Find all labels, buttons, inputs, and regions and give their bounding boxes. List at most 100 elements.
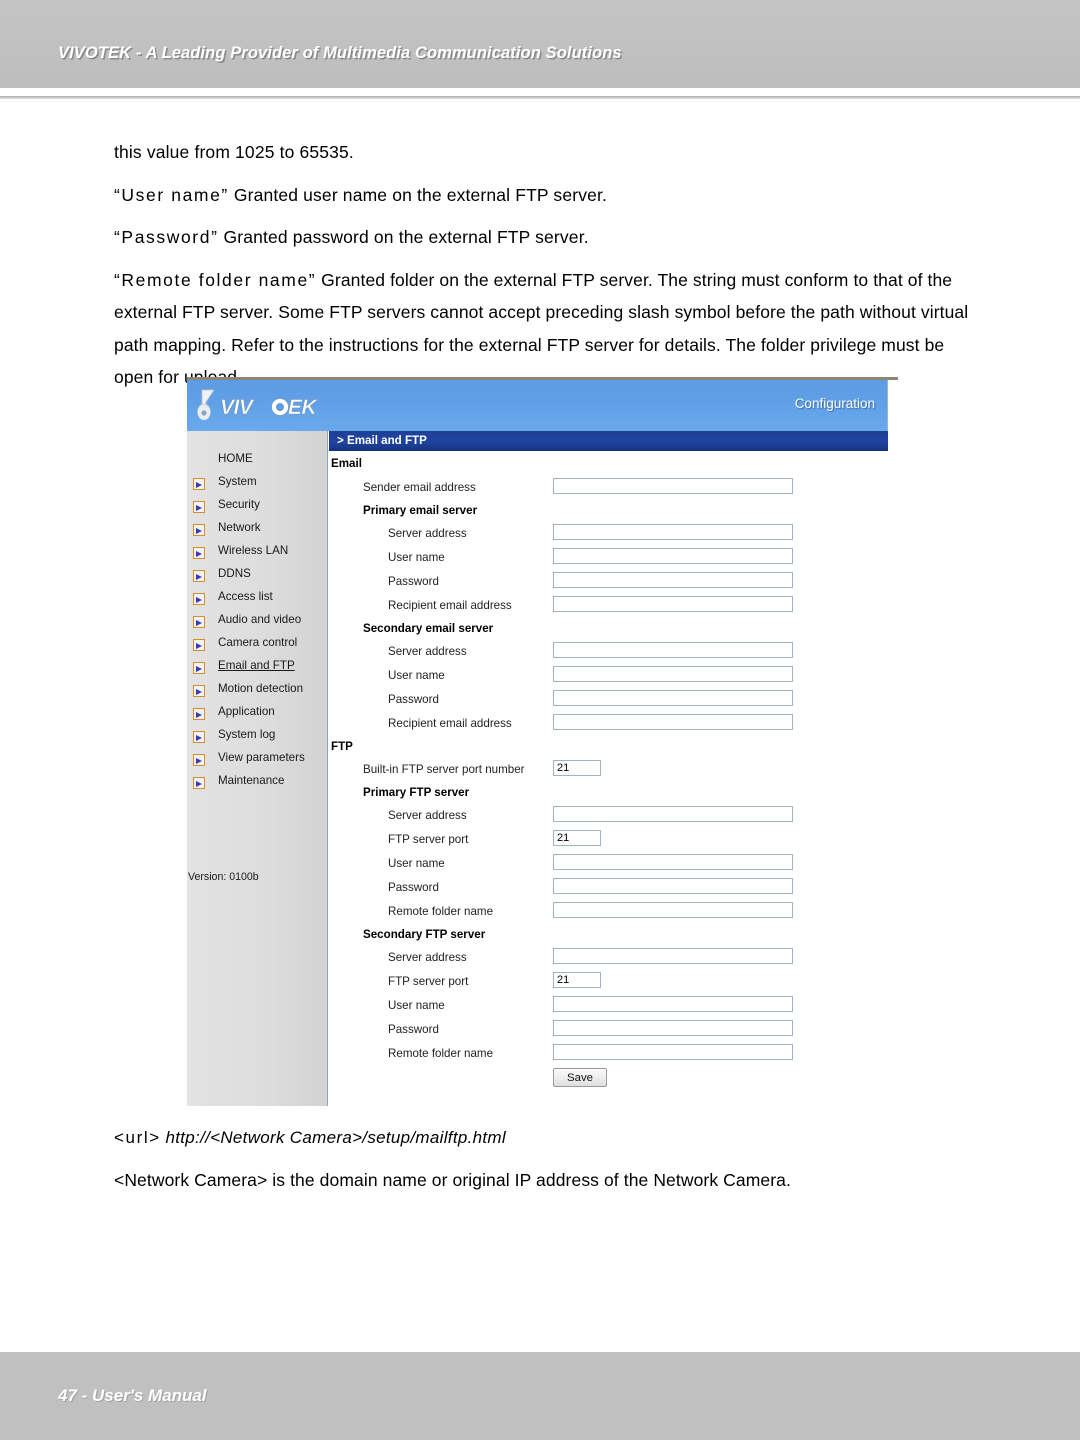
subsection-secondary-email-server: Secondary email server — [363, 622, 494, 635]
sidebar-item-network[interactable]: Network — [193, 521, 327, 540]
primary-ftp-password-input[interactable] — [553, 878, 793, 894]
prose-line-1: this value from 1025 to 65535. — [114, 142, 354, 162]
label-primary-ftp-user-name: User name — [388, 857, 445, 870]
sidebar-item-label: Audio and video — [218, 613, 302, 626]
label-primary-ftp-password: Password — [388, 881, 439, 894]
secondary-ftp-server-port-input[interactable] — [553, 972, 601, 988]
label-builtin-ftp-server-port-number: Built-in FTP server port number — [363, 763, 525, 776]
primary-recipient-email-address-input[interactable] — [553, 596, 793, 612]
arrow-right-icon — [193, 731, 205, 743]
sidebar-item-system-log[interactable]: System log — [193, 728, 327, 747]
sidebar-item-motion-detection[interactable]: Motion detection — [193, 682, 327, 701]
primary-ftp-server-address-input[interactable] — [553, 806, 793, 822]
page-header-band: VIVOTEK - A Leading Provider of Multimed… — [0, 0, 1080, 88]
builtin-ftp-server-port-number-input[interactable] — [553, 760, 601, 776]
arrow-right-icon — [193, 662, 205, 674]
sidebar-item-camera-control[interactable]: Camera control — [193, 636, 327, 655]
configuration-label: Configuration — [794, 396, 875, 411]
sidebar-item-label: DDNS — [218, 567, 251, 580]
arrow-right-icon — [193, 616, 205, 628]
arrow-right-icon — [193, 593, 205, 605]
label-secondary-email-server-address: Server address — [388, 645, 467, 658]
config-content-panel: > Email and FTP Email Sender email addre… — [329, 431, 898, 1106]
url-tag: <url> — [114, 1128, 161, 1147]
sidebar-item-label: View parameters — [218, 751, 305, 764]
subsection-secondary-ftp-server: Secondary FTP server — [363, 928, 486, 941]
url-note: <Network Camera> is the domain name or o… — [114, 1170, 791, 1190]
page-footer-band: 47 - User's Manual — [0, 1352, 1080, 1440]
term-user-name: “User name” — [114, 184, 229, 205]
body-text: this value from 1025 to 65535. “User nam… — [114, 136, 984, 404]
secondary-ftp-password-input[interactable] — [553, 1020, 793, 1036]
page-number-label: 47 - User's Manual — [58, 1386, 207, 1405]
sidebar-item-home[interactable]: HOME — [218, 452, 253, 465]
term-password: “Password” — [114, 227, 219, 247]
label-primary-ftp-server-port: FTP server port — [388, 833, 469, 846]
sidebar-item-access-list[interactable]: Access list — [193, 590, 327, 609]
label-secondary-ftp-remote-folder-name: Remote folder name — [388, 1047, 494, 1060]
primary-email-password-input[interactable] — [553, 572, 793, 588]
sidebar-item-audio-and-video[interactable]: Audio and video — [193, 613, 327, 632]
sidebar-item-system[interactable]: System — [193, 475, 327, 494]
sidebar-item-label: Maintenance — [218, 774, 285, 787]
section-email-heading: Email — [331, 457, 362, 470]
breadcrumb-label: > Email and FTP — [337, 434, 427, 447]
url-value: http://<Network Camera>/setup/mailftp.ht… — [165, 1128, 506, 1147]
term-user-name-desc: Granted user name on the external FTP se… — [228, 184, 607, 205]
primary-ftp-user-name-input[interactable] — [553, 854, 793, 870]
secondary-email-user-name-input[interactable] — [553, 666, 793, 682]
label-secondary-ftp-server-port: FTP server port — [388, 975, 469, 988]
sidebar: HOME System Security Network Wireless LA… — [187, 431, 328, 1106]
secondary-recipient-email-address-input[interactable] — [553, 714, 793, 730]
breadcrumb: > Email and FTP — [329, 431, 888, 451]
secondary-email-server-address-input[interactable] — [553, 642, 793, 658]
sidebar-item-maintenance[interactable]: Maintenance — [193, 774, 327, 793]
secondary-email-password-input[interactable] — [553, 690, 793, 706]
sidebar-item-label: Camera control — [218, 636, 298, 649]
term-password-desc: Granted password on the external FTP ser… — [218, 227, 589, 247]
sidebar-item-label: Access list — [218, 590, 273, 603]
primary-email-user-name-input[interactable] — [553, 548, 793, 564]
url-line: <url> http://<Network Camera>/setup/mail… — [114, 1122, 994, 1154]
primary-ftp-server-port-input[interactable] — [553, 830, 601, 846]
arrow-right-icon — [193, 754, 205, 766]
arrow-right-icon — [193, 570, 205, 582]
sidebar-item-label: Wireless LAN — [218, 544, 289, 557]
secondary-ftp-server-address-input[interactable] — [553, 948, 793, 964]
save-button[interactable]: Save — [553, 1068, 607, 1087]
firmware-version-label: Version: 0100b — [188, 871, 259, 883]
arrow-right-icon — [193, 777, 205, 789]
primary-email-server-address-input[interactable] — [553, 524, 793, 540]
url-notes: <url> http://<Network Camera>/setup/mail… — [114, 1122, 994, 1196]
label-sender-email-address: Sender email address — [363, 481, 476, 494]
secondary-ftp-remote-folder-name-input[interactable] — [553, 1044, 793, 1060]
subsection-primary-ftp-server: Primary FTP server — [363, 786, 470, 799]
arrow-right-icon — [193, 501, 205, 513]
label-primary-email-user-name: User name — [388, 551, 445, 564]
sidebar-item-wireless-lan[interactable]: Wireless LAN — [193, 544, 327, 563]
label-secondary-ftp-server-address: Server address — [388, 951, 467, 964]
page-header-title: VIVOTEK - A Leading Provider of Multimed… — [58, 44, 622, 62]
arrow-right-icon — [193, 685, 205, 697]
sidebar-item-ddns[interactable]: DDNS — [193, 567, 327, 586]
arrow-right-icon — [193, 708, 205, 720]
label-secondary-ftp-user-name: User name — [388, 999, 445, 1012]
sidebar-item-label: Application — [218, 705, 275, 718]
sidebar-item-label: Network — [218, 521, 261, 534]
prose-line-3: “Password” Granted password on the exter… — [114, 221, 984, 254]
label-primary-recipient-email-address: Recipient email address — [388, 599, 512, 612]
sidebar-item-view-parameters[interactable]: View parameters — [193, 751, 327, 770]
arrow-right-icon — [193, 478, 205, 490]
primary-ftp-remote-folder-name-input[interactable] — [553, 902, 793, 918]
secondary-ftp-user-name-input[interactable] — [553, 996, 793, 1012]
term-remote-folder-name: “Remote folder name” — [114, 269, 317, 290]
embedded-camera-ui-screenshot: VIV EK Configuration HOME System Securit… — [187, 377, 898, 1106]
prose-line-4: “Remote folder name” Granted folder on t… — [114, 264, 984, 394]
sidebar-item-application[interactable]: Application — [193, 705, 327, 724]
label-primary-ftp-remote-folder-name: Remote folder name — [388, 905, 494, 918]
sender-email-address-input[interactable] — [553, 478, 793, 494]
sidebar-item-security[interactable]: Security — [193, 498, 327, 517]
arrow-right-icon — [193, 639, 205, 651]
sidebar-item-email-and-ftp[interactable]: Email and FTP — [193, 659, 327, 678]
svg-text:VIV: VIV — [220, 396, 255, 419]
